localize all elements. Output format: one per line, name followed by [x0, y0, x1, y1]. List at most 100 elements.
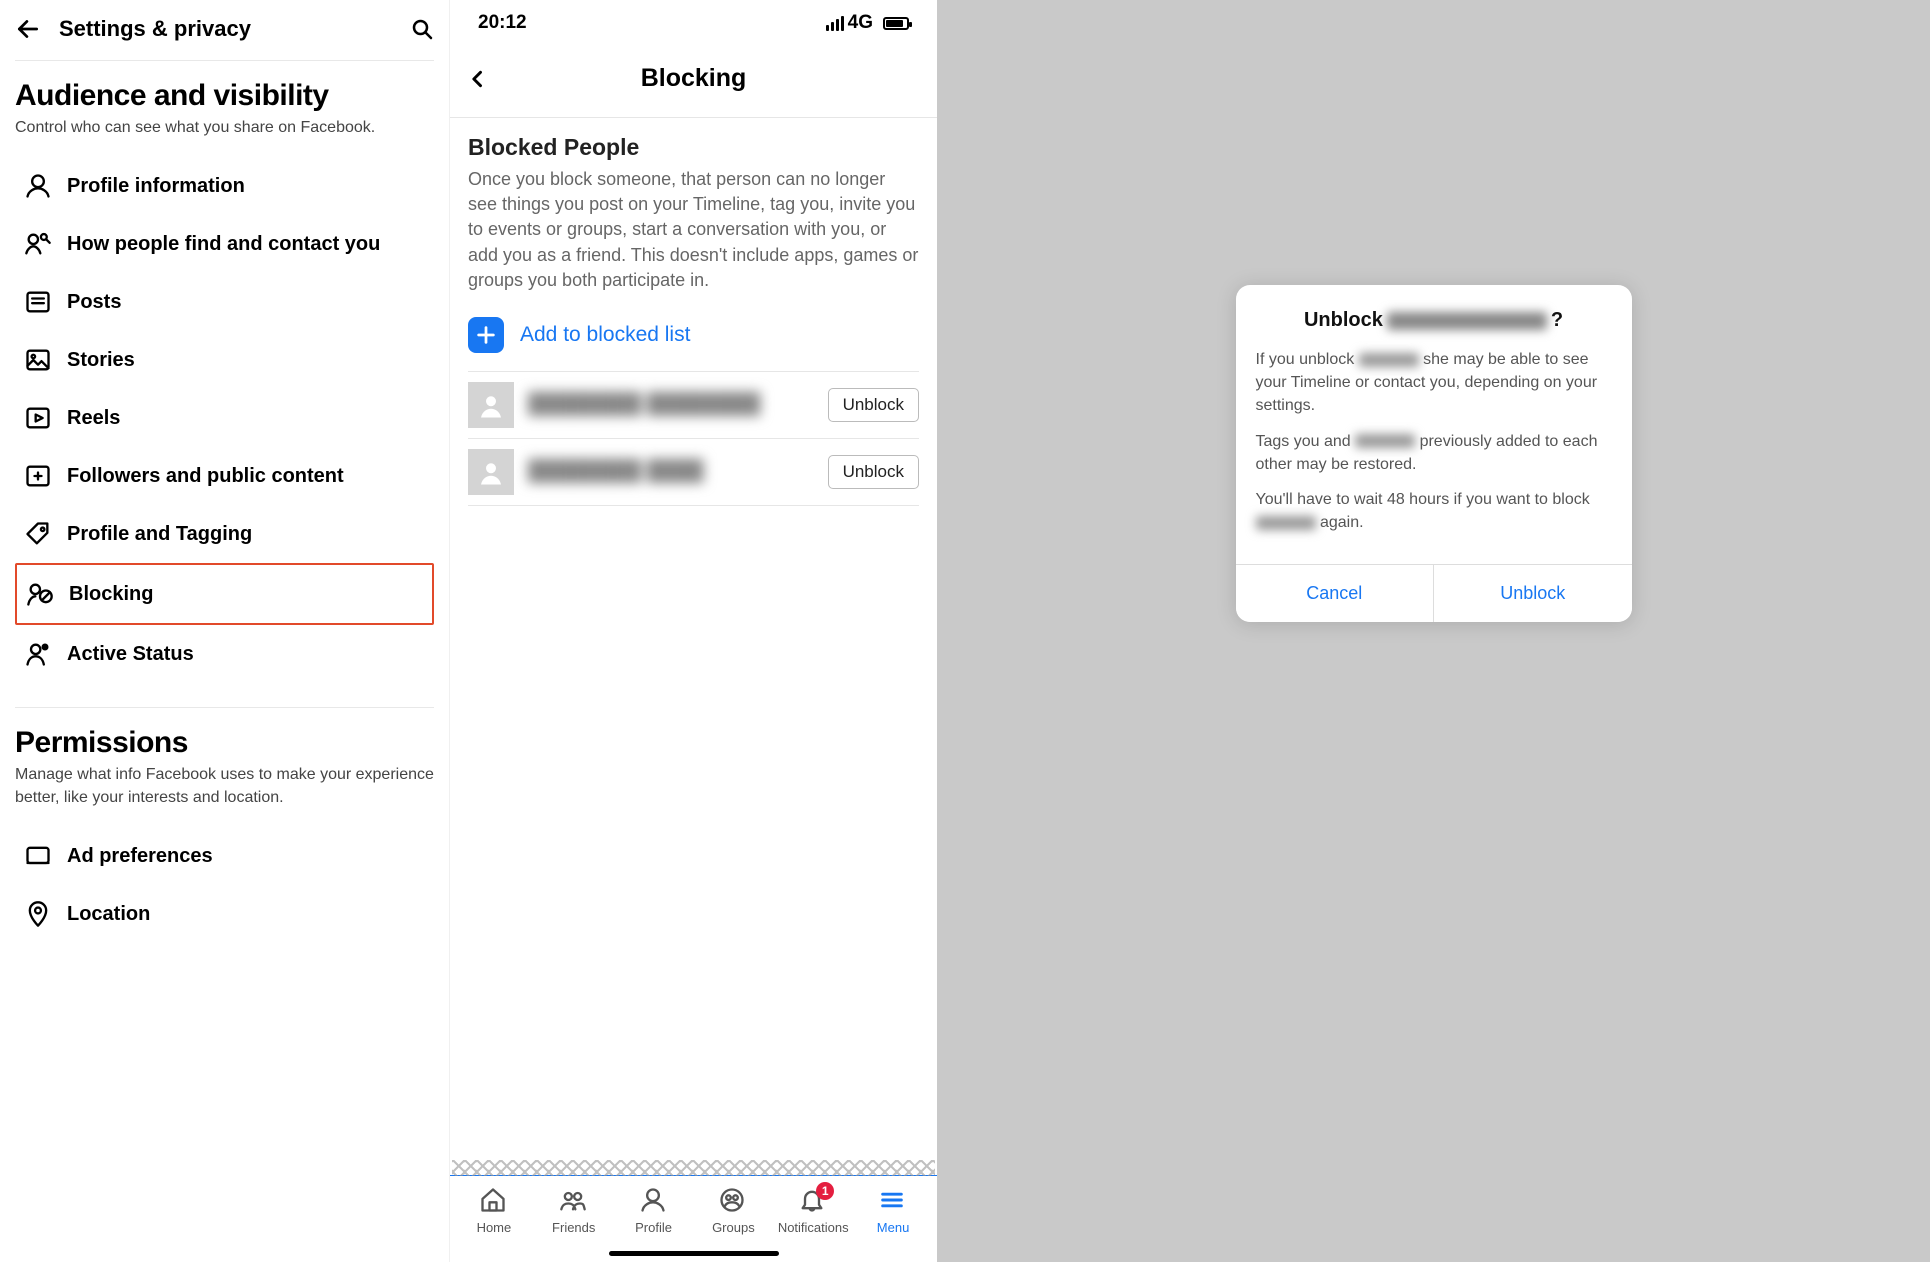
profile-icon	[639, 1186, 669, 1216]
avatar-icon	[468, 449, 514, 495]
audience-title: Audience and visibility	[15, 79, 434, 113]
groups-icon	[718, 1186, 748, 1216]
menu-item-label: How people find and contact you	[67, 233, 380, 256]
bell-icon: 1	[798, 1186, 828, 1216]
menu-item-followers[interactable]: Followers and public content	[15, 447, 434, 505]
settings-header: Settings & privacy	[15, 10, 434, 61]
menu-item-location[interactable]: Location	[15, 885, 434, 943]
battery-icon	[883, 17, 909, 30]
audience-subtitle: Control who can see what you share on Fa…	[15, 117, 434, 139]
friends-icon	[559, 1186, 589, 1216]
tab-bar: Home Friends Profile Groups 1 Notifications Me…	[450, 1175, 937, 1241]
menu-item-label: Posts	[67, 291, 121, 314]
tab-bell[interactable]: 1 Notifications	[776, 1186, 850, 1235]
menu-item-reels[interactable]: Reels	[15, 389, 434, 447]
tab-groups[interactable]: Groups	[696, 1186, 770, 1235]
person-name: ████████ ████████	[528, 393, 828, 416]
active-icon	[23, 639, 53, 669]
avatar-icon	[468, 382, 514, 428]
menu-item-label: Blocking	[69, 583, 153, 606]
menu-item-label: Location	[67, 903, 150, 926]
cancel-button[interactable]: Cancel	[1236, 565, 1435, 622]
redacted-name	[1256, 516, 1316, 530]
find-icon	[23, 229, 53, 259]
tab-friends[interactable]: Friends	[537, 1186, 611, 1235]
audience-section-header: Audience and visibility Control who can …	[15, 79, 434, 139]
dialog-title-suffix: ?	[1551, 309, 1563, 332]
plus-icon	[468, 317, 504, 353]
unblock-button[interactable]: Unblock	[1434, 565, 1632, 622]
audience-menu: Profile information How people find and c…	[15, 157, 434, 683]
menu-item-posts[interactable]: Posts	[15, 273, 434, 331]
menu-item-label: Stories	[67, 349, 135, 372]
menu-item-blocking[interactable]: Blocking	[15, 563, 434, 625]
permissions-title: Permissions	[15, 726, 434, 760]
tab-label: Friends	[552, 1220, 595, 1235]
menu-item-ads[interactable]: Ad preferences	[15, 827, 434, 885]
redacted-name	[1355, 434, 1415, 448]
tab-label: Notifications	[778, 1220, 849, 1235]
ads-icon	[23, 841, 53, 871]
menu-item-active[interactable]: Active Status	[15, 625, 434, 683]
permissions-menu: Ad preferences Location	[15, 827, 434, 943]
dialog-title: Unblock ?	[1256, 309, 1612, 332]
blocked-person-row: ████████ ████████Unblock	[468, 372, 919, 439]
blocked-people-title: Blocked People	[468, 134, 919, 161]
status-indicators: 4G	[826, 12, 909, 34]
permissions-section-header: Permissions Manage what info Facebook us…	[15, 707, 434, 809]
menu-item-label: Followers and public content	[67, 465, 344, 488]
tag-icon	[23, 519, 53, 549]
redacted-name	[1387, 312, 1547, 330]
tab-label: Profile	[635, 1220, 672, 1235]
add-blocked-label: Add to blocked list	[520, 323, 690, 347]
add-to-blocked-list[interactable]: Add to blocked list	[468, 317, 919, 372]
blocking-icon	[25, 579, 55, 609]
blocked-people-list: ████████ ████████Unblock████████ ████Unb…	[468, 372, 919, 506]
blocking-panel: 20:12 4G Blocking Blocked People Once yo…	[450, 0, 937, 1262]
menu-item-label: Reels	[67, 407, 120, 430]
search-icon[interactable]	[410, 17, 434, 41]
dialog-p1: If you unblock she may be able to see yo…	[1256, 348, 1612, 418]
redacted-name	[1359, 353, 1419, 367]
dialog-p2: Tags you and previously added to each ot…	[1256, 430, 1612, 476]
dialog-p3: You'll have to wait 48 hours if you want…	[1256, 488, 1612, 534]
permissions-subtitle: Manage what info Facebook uses to make y…	[15, 764, 434, 809]
blocking-title: Blocking	[468, 64, 919, 93]
menu-item-label: Profile information	[67, 175, 245, 198]
torn-edge	[452, 1160, 935, 1176]
bottom-bar-area: Home Friends Profile Groups 1 Notifications Me…	[450, 1160, 937, 1262]
posts-icon	[23, 287, 53, 317]
blocked-people-desc: Once you block someone, that person can …	[468, 167, 919, 293]
menu-item-label: Active Status	[67, 643, 194, 666]
menu-item-find[interactable]: How people find and contact you	[15, 215, 434, 273]
unblock-button[interactable]: Unblock	[828, 388, 919, 422]
network-label: 4G	[848, 12, 873, 34]
menu-item-label: Ad preferences	[67, 845, 213, 868]
tab-label: Groups	[712, 1220, 755, 1235]
settings-panel: Settings & privacy Audience and visibili…	[0, 0, 450, 1262]
tab-label: Home	[477, 1220, 512, 1235]
menu-item-stories[interactable]: Stories	[15, 331, 434, 389]
tab-home[interactable]: Home	[457, 1186, 531, 1235]
dialog-title-prefix: Unblock	[1304, 309, 1383, 332]
menu-item-profile[interactable]: Profile information	[15, 157, 434, 215]
tab-menu[interactable]: Menu	[856, 1186, 930, 1235]
menu-icon	[878, 1186, 908, 1216]
home-icon	[479, 1186, 509, 1216]
reels-icon	[23, 403, 53, 433]
signal-icon	[826, 16, 844, 31]
profile-icon	[23, 171, 53, 201]
blocked-person-row: ████████ ████Unblock	[468, 439, 919, 506]
unblock-button[interactable]: Unblock	[828, 455, 919, 489]
stories-icon	[23, 345, 53, 375]
tab-profile[interactable]: Profile	[617, 1186, 691, 1235]
status-time: 20:12	[478, 12, 527, 34]
tab-label: Menu	[877, 1220, 910, 1235]
person-name: ████████ ████	[528, 460, 828, 483]
back-arrow-icon[interactable]	[15, 16, 41, 42]
dialog-panel: Unblock ? If you unblock she may be able…	[937, 0, 1930, 1262]
dialog-body: Unblock ? If you unblock she may be able…	[1236, 285, 1632, 564]
notification-badge: 1	[816, 1182, 834, 1200]
location-icon	[23, 899, 53, 929]
menu-item-tag[interactable]: Profile and Tagging	[15, 505, 434, 563]
